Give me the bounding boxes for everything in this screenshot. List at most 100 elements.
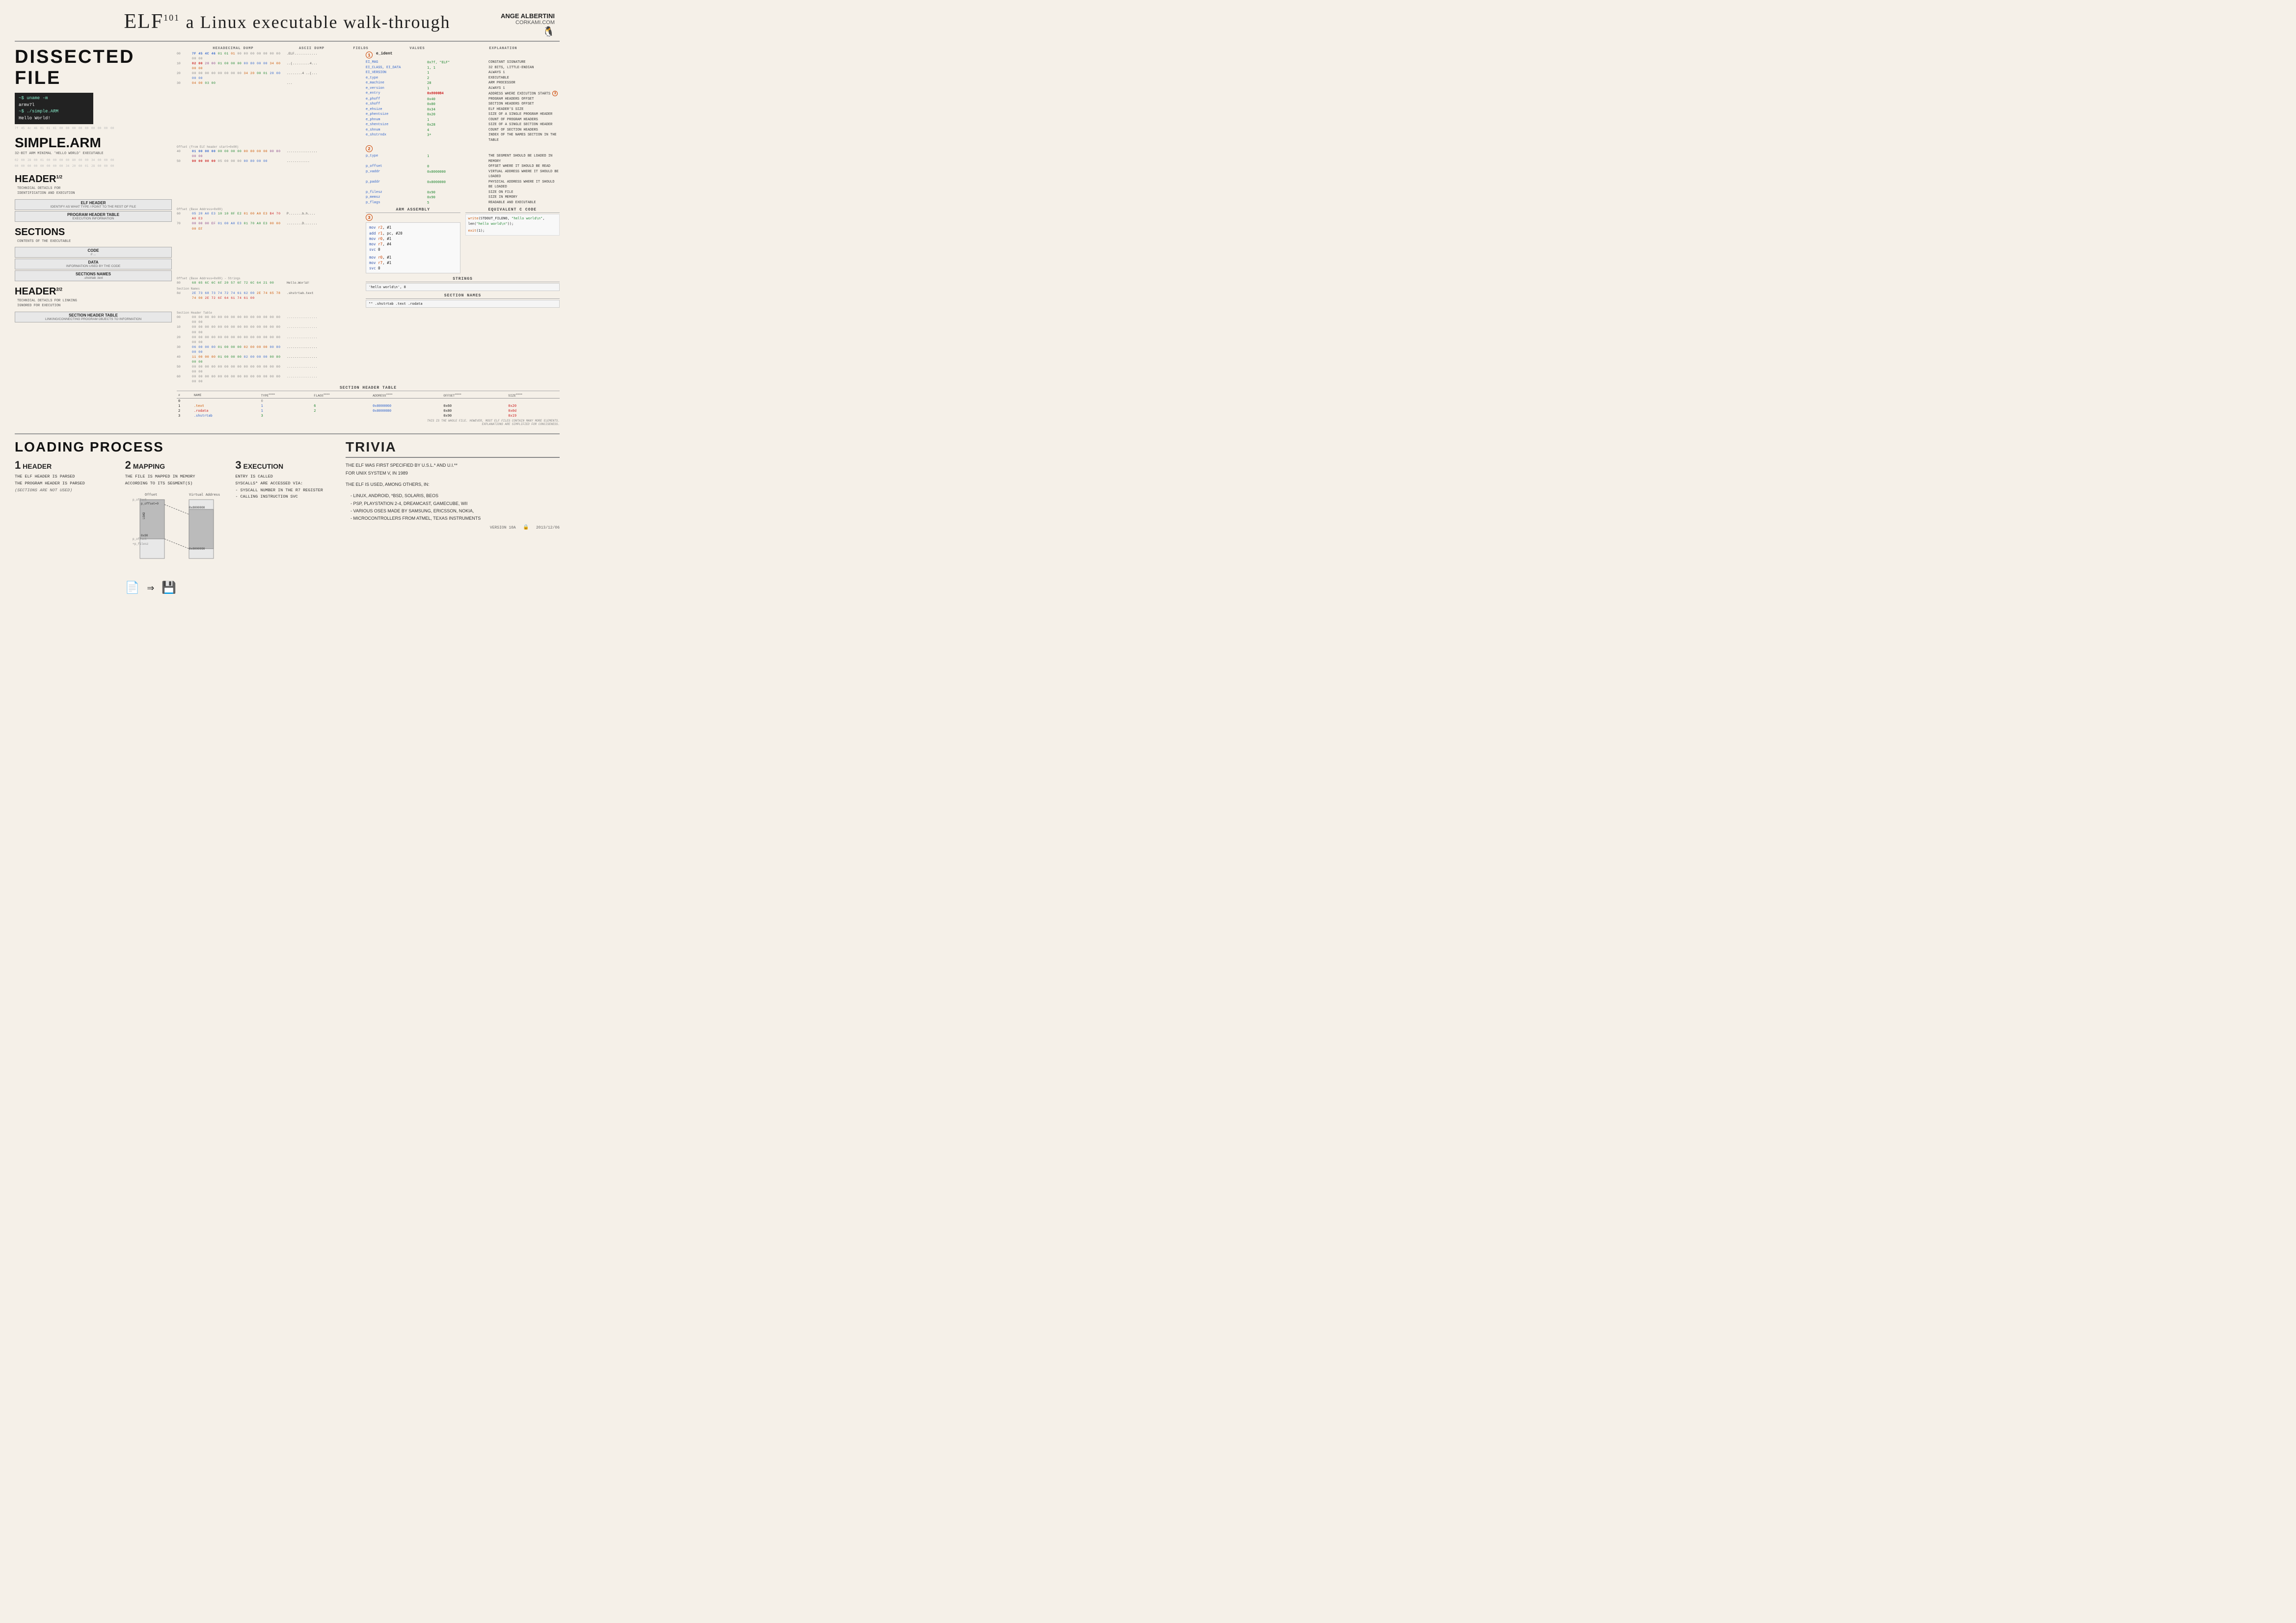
value-p-paddr: 0x8000000 — [427, 180, 486, 190]
sht-col-size: SIZE==== — [507, 392, 560, 399]
file-icon: 📄 — [125, 581, 140, 595]
value-ei-ver: 1 — [427, 70, 486, 76]
dissected-title: DISSECTED FILE — [15, 47, 172, 89]
trivia-text: THE ELF WAS FIRST SPECIFIED BY U.S.L.* A… — [346, 462, 560, 522]
explain-e-phentsize: SIZE OF A SINGLE PROGRAM HEADER — [488, 112, 560, 117]
explain-e-phoff: PROGRAM HEADERS OFFSET — [488, 97, 560, 102]
value-p-offset: 0 — [427, 164, 486, 169]
sections-names-block: SECTIONS NAMES .shstrtab .text — [15, 270, 172, 281]
terminal-box: ~$ uname -m armv7l ~$ ./simple.ARM Hello… — [15, 93, 93, 124]
sht-row-2-flags: 2 — [312, 408, 371, 413]
strings-fields: STRINGS 'hello world\n', 8 SECTION NAMES… — [366, 277, 560, 309]
fields-col-header: FIELDS — [334, 47, 388, 51]
explain-e-shentsize: SIZE OF A SINGLE SECTION HEADER — [488, 122, 560, 128]
value-ei-class: 1, 1 — [427, 65, 486, 71]
explain-e-shstrndx: INDEX OF THE NAMES SECTION IN THE TABLE — [488, 133, 560, 143]
section-header-2-name: HEADER2/2 — [15, 286, 77, 297]
sht-row-1: 1 .text 1 6 0x8000060 0x60 0x20 — [177, 403, 560, 408]
field-e-machine: e_machine — [366, 80, 425, 86]
section-names-hex-row: 8d 2E 73 68 73 74 72 74 61 62 00 2E 74 6… — [177, 291, 363, 301]
field-p-flags: p_flags — [366, 200, 425, 206]
field-ei-class: EI_CLASS, EI_DATA — [366, 65, 425, 71]
ph-hex: Offset (from ELF header start=0x00) 40 0… — [177, 145, 363, 205]
sht-footnote: THIS IS THE WHOLE FILE. HOWEVER, MOST EL… — [177, 419, 560, 426]
hex-decoration-2: 0200280001000000 0080000034000000 — [15, 159, 172, 162]
sht-row-2-type: 1 — [260, 408, 313, 413]
header-1-label: HEADER1/2 TECHNICAL DETAILS FORIDENTIFIC… — [15, 174, 172, 196]
sht-row-1-offset: 0x60 — [442, 403, 507, 408]
value-p-memsz: 0x90 — [427, 195, 486, 200]
sht-row-3-addr — [371, 413, 442, 418]
page-title: ELF101 a Linux executable walk-through — [15, 10, 560, 33]
sht-row-0-addr — [371, 399, 442, 404]
explain-ei-class: 32 BITS, LITTLE-ENDIAN — [488, 65, 560, 71]
left-column: DISSECTED FILE ~$ uname -m armv7l ~$ ./s… — [15, 47, 172, 426]
terminal-line-2: armv7l — [19, 102, 89, 109]
strings-hex: Offset (Base Address=0x00) - Strings 80 … — [177, 277, 363, 309]
bottom-icons: 📄 ⇒ 💾 — [125, 581, 226, 595]
terminal-line-1: ~$ uname -m — [19, 95, 89, 102]
arm-assembly-header: ARM ASSEMBLY — [366, 208, 460, 213]
value-e-shoff: 0x80 — [427, 102, 486, 107]
sht-row-3-size: 0x19 — [507, 413, 560, 418]
svg-text:0x8000090: 0x8000090 — [189, 547, 205, 551]
svg-text:0x8000000: 0x8000000 — [189, 506, 205, 509]
code-block: CODE // ... — [15, 247, 172, 258]
field-e-shstrndx: e_shstrndx — [366, 133, 425, 143]
sht-row-1-num: 1 — [177, 403, 192, 408]
step-2-title: 2 MAPPING — [125, 459, 226, 472]
explain-e-machine: ARM PROCESSOR — [488, 80, 560, 86]
field-p-offset: p_offset — [366, 164, 425, 169]
value-e-type: 2 — [427, 76, 486, 81]
field-p-memsz: p_memsz — [366, 195, 425, 200]
hex-col-header: HEXADECIMAL DUMP — [177, 47, 290, 51]
section-num-2: 2 — [366, 145, 373, 152]
section-names-value: "" .shstrtab .text .rodata — [366, 300, 560, 308]
sht-row-2: 2 .rodata 1 2 0x8000080 0x80 0x0d — [177, 408, 560, 413]
sht-row-0: 0 0 — [177, 399, 560, 404]
field-e-shnum: e_shnum — [366, 128, 425, 133]
arm-assembly-box: ARM ASSEMBLY 3 mov r2, #1 add r1, pc, #2… — [366, 208, 460, 275]
terminal-line-3: ~$ ./simple.ARM — [19, 108, 89, 115]
field-e-entry: e_entry — [366, 91, 425, 97]
sht-hex-1: 10 00 00 00 00 00 00 00 00 00 00 00 00 0… — [177, 325, 560, 335]
explain-p-type: THE SEGMENT SHOULD BE LOADED IN MEMORY — [488, 154, 560, 164]
explain-p-vaddr: VIRTUAL ADDRESS WHERE IT SHOULD BE LOADE… — [488, 169, 560, 180]
trivia-section: TRIVIA THE ELF WAS FIRST SPECIFIED BY U.… — [346, 439, 560, 595]
code-annotations: ARM ASSEMBLY 3 mov r2, #1 add r1, pc, #2… — [366, 208, 560, 275]
elf-header-fields: 1 e_ident EI_MAG 0x7f, "ELF" CONSTANT SI… — [366, 52, 560, 143]
trivia-bullet-3: - MICROCONTROLLERS FROM ATMEL, TEXAS INS… — [351, 515, 560, 522]
value-e-ehsize: 0x34 — [427, 107, 486, 112]
sht-row-3-name: .shstrtab — [192, 413, 260, 418]
elf-header-hex: 00 7F 45 4C 46 01 01 01 00 00 00 00 00 0… — [177, 52, 363, 143]
field-ei-ver: EI_VERSION — [366, 70, 425, 76]
column-headers: HEXADECIMAL DUMP ASCII DUMP FIELDS VALUE… — [177, 47, 560, 51]
sht-row-3-num: 3 — [177, 413, 192, 418]
svg-text:0x90: 0x90 — [141, 534, 148, 537]
field-e-phentsize: e_phentsize — [366, 112, 425, 117]
sht-row-0-name — [192, 399, 260, 404]
program-header-section: Offset (from ELF header start=0x00) 40 0… — [177, 145, 560, 205]
elf-header-block: ELF HEADER IDENTIFY AS WHAT TYPE / POINT… — [15, 199, 172, 210]
explain-ei-mag: CONSTANT SIGNATURE — [488, 60, 560, 65]
sht-hex-2: 20 00 00 00 00 00 00 00 00 00 00 00 00 0… — [177, 335, 560, 345]
explain-e-shoff: SECTION HEADERS OFFSET — [488, 102, 560, 107]
hex-decoration: 7f454c4601010100 0000000000000000 — [15, 127, 172, 130]
field-ei-mag: EI_MAG — [366, 60, 425, 65]
value-e-phentsize: 0x20 — [427, 112, 486, 117]
field-p-paddr: p_paddr — [366, 180, 425, 190]
title-divider — [15, 41, 560, 42]
section-sections-desc: CONTENTS OF THE EXECUTABLE — [17, 239, 74, 244]
sections-label: SECTIONS CONTENTS OF THE EXECUTABLE — [15, 227, 172, 244]
value-p-filesz: 0x90 — [427, 190, 486, 195]
field-e-type: e_type — [366, 76, 425, 81]
elf-header-section: 00 7F 45 4C 46 01 01 01 00 00 00 00 00 0… — [177, 52, 560, 143]
arrow-icon: ⇒ — [147, 581, 154, 595]
sht-row-2-name: .rodata — [192, 408, 260, 413]
loading-step-3: 3 EXECUTION ENTRY IS CALLED SYSCALLS* AR… — [235, 459, 336, 500]
sht-col-type: TYPE==== — [260, 392, 313, 399]
sht-row-2-addr: 0x8000080 — [371, 408, 442, 413]
field-e-phnum: e_phnum — [366, 117, 425, 123]
sht-hex-5: 50 00 00 00 00 00 00 00 00 00 00 00 00 0… — [177, 365, 560, 374]
elf-structure: ELF HEADER IDENTIFY AS WHAT TYPE / POINT… — [15, 199, 172, 222]
